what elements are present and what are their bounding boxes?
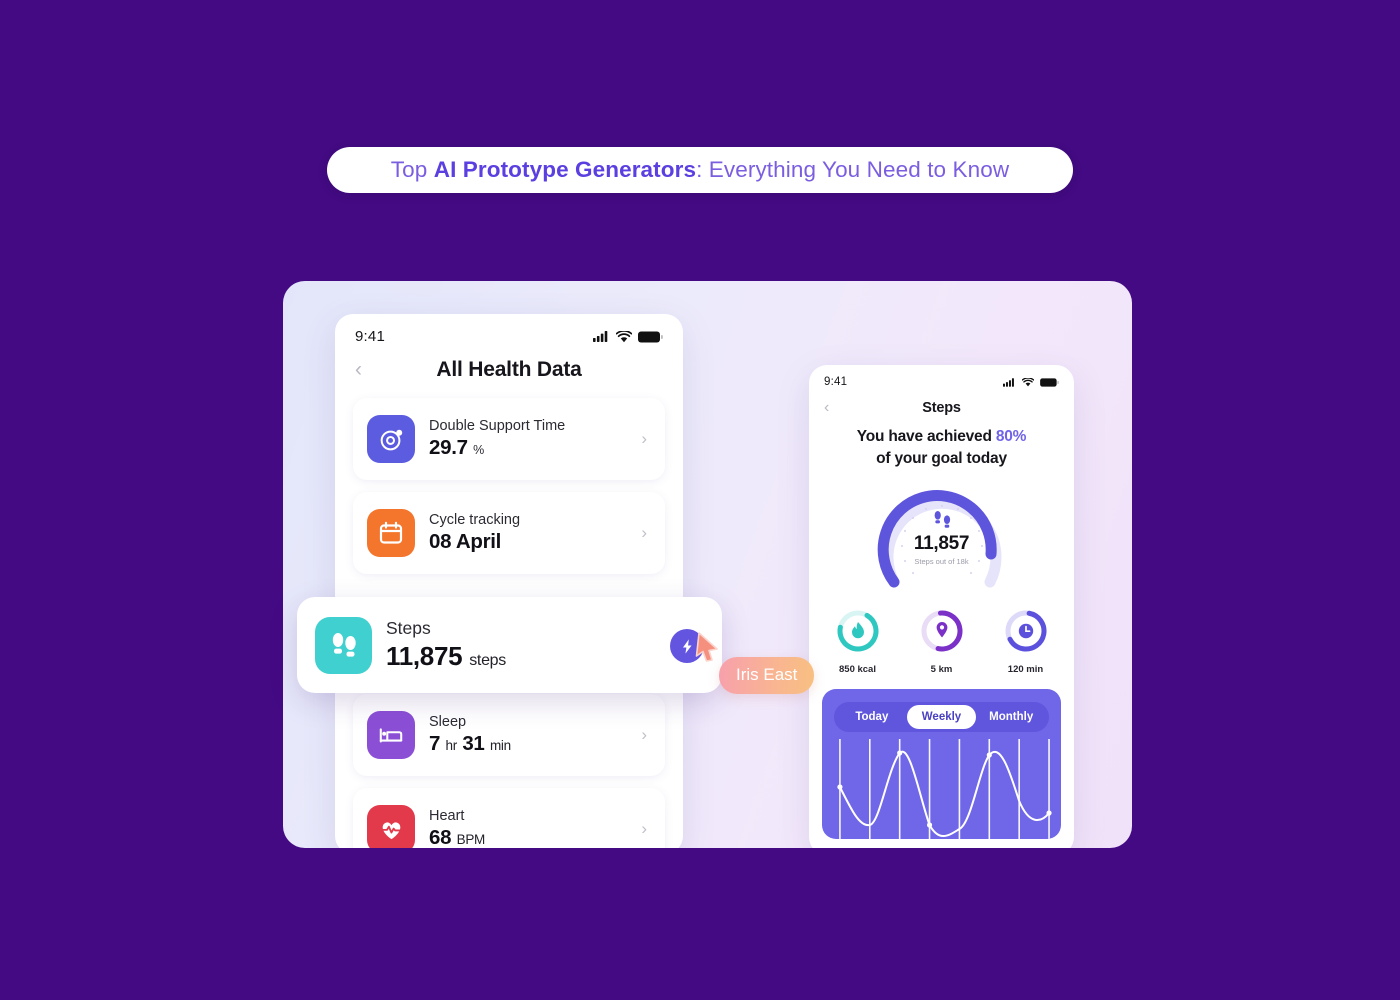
screenshot-root: Top AI Prototype Generators: Everything … bbox=[0, 0, 1400, 1000]
card-label: Cycle tracking bbox=[429, 512, 521, 528]
clock-icon bbox=[1018, 623, 1033, 639]
card-value-unit: BPM bbox=[456, 832, 486, 847]
battery-icon bbox=[1040, 377, 1059, 387]
phone-all-health-data: 9:41 ‹ All Health Data Double Support Ti… bbox=[335, 314, 683, 848]
gauge-value: 11,857 bbox=[913, 533, 970, 554]
heart-pulse-icon bbox=[367, 805, 415, 848]
card-value: 11,875 steps bbox=[386, 641, 704, 672]
screen-title-right: Steps bbox=[922, 400, 961, 416]
metric-rings: 850 kcal 5 km 120 min bbox=[809, 608, 1074, 675]
metric-distance[interactable]: 5 km bbox=[913, 608, 971, 675]
achievement-text: You have achieved 80% of your goal today bbox=[809, 418, 1074, 470]
status-time: 9:41 bbox=[824, 376, 848, 388]
phone-steps-detail: 9:41 ‹ Steps You have achieved 80% of yo… bbox=[809, 365, 1074, 848]
status-bar-left: 9:41 bbox=[335, 314, 683, 347]
target-orbit-icon bbox=[367, 415, 415, 463]
card-value: 08 April bbox=[429, 530, 502, 553]
tab-weekly[interactable]: Weekly bbox=[906, 705, 977, 729]
card-label: Sleep bbox=[429, 714, 467, 730]
list-item-cycle-tracking[interactable]: Cycle tracking 08 April › bbox=[353, 492, 665, 574]
card-value-number: 29.7 bbox=[429, 436, 468, 459]
achievement-line1: You have achieved bbox=[856, 428, 996, 445]
chart-line bbox=[838, 750, 1051, 837]
weekly-steps-line-chart bbox=[837, 739, 1052, 839]
page-title: Top AI Prototype Generators: Everything … bbox=[391, 157, 1009, 183]
card-value-minutes-unit: min bbox=[489, 738, 511, 753]
active-time-ring bbox=[1005, 610, 1046, 652]
card-value-unit: steps bbox=[469, 652, 506, 669]
status-icons bbox=[593, 330, 663, 343]
list-item-text: Sleep 7 hr 31 min bbox=[415, 714, 641, 756]
list-item-text: Heart 68 BPM bbox=[415, 808, 641, 848]
chevron-right-icon[interactable]: › bbox=[641, 819, 651, 839]
chevron-right-icon[interactable]: › bbox=[641, 429, 651, 449]
distance-ring bbox=[921, 610, 962, 652]
cellular-signal-icon bbox=[593, 331, 608, 342]
status-time: 9:41 bbox=[355, 328, 385, 345]
card-value-unit: % bbox=[473, 443, 484, 457]
card-label: Heart bbox=[429, 808, 465, 824]
metric-label: 120 min bbox=[1007, 664, 1044, 675]
gauge-readout: 11,857 Steps out of 18k bbox=[872, 513, 1012, 566]
bed-icon bbox=[367, 711, 415, 759]
card-value-number: 68 bbox=[429, 826, 452, 848]
list-item-text: Cycle tracking 08 April bbox=[415, 512, 641, 554]
chevron-right-icon[interactable]: › bbox=[641, 523, 651, 543]
article-title-banner: Top AI Prototype Generators: Everything … bbox=[327, 147, 1073, 193]
wifi-icon bbox=[1022, 377, 1034, 386]
achievement-line2: of your goal today bbox=[876, 450, 1007, 467]
card-value: 7 hr 31 min bbox=[429, 732, 641, 756]
battery-icon bbox=[638, 331, 663, 342]
steps-gauge: 11,857 Steps out of 18k bbox=[872, 478, 1012, 596]
tab-monthly[interactable]: Monthly bbox=[976, 705, 1046, 729]
list-item-double-support-time[interactable]: Double Support Time 29.7 % › bbox=[353, 398, 665, 480]
card-value-hours: 7 bbox=[429, 732, 441, 755]
list-item-text: Double Support Time 29.7 % bbox=[415, 418, 641, 460]
calendar-icon bbox=[367, 509, 415, 557]
collaborator-name-label: Iris East bbox=[719, 657, 815, 694]
metric-label: 850 kcal bbox=[839, 664, 876, 675]
title-strong: AI Prototype Generators bbox=[433, 157, 697, 182]
achievement-percent: 80% bbox=[995, 428, 1027, 445]
calories-ring bbox=[837, 610, 878, 652]
cellular-signal-icon bbox=[1003, 377, 1014, 387]
card-value: 29.7 % bbox=[429, 436, 641, 460]
title-lead: Top bbox=[390, 157, 434, 182]
collaborator-cursor-icon bbox=[695, 632, 718, 662]
steps-gauge-wrap: 11,857 Steps out of 18k bbox=[809, 478, 1074, 596]
card-value-hours-unit: hr bbox=[445, 738, 458, 753]
footprints-icon bbox=[315, 616, 372, 674]
nav-bar-right: ‹ Steps bbox=[809, 390, 1074, 418]
card-value-number: 11,875 bbox=[386, 641, 463, 671]
tab-today[interactable]: Today bbox=[837, 705, 907, 729]
location-pin-icon bbox=[936, 622, 947, 638]
card-label: Steps bbox=[386, 618, 431, 638]
gauge-caption: Steps out of 18k bbox=[914, 557, 969, 566]
steps-chart-panel: Today Weekly Monthly bbox=[822, 689, 1061, 839]
screen-title-left: All Health Data bbox=[436, 357, 582, 381]
list-item-heart[interactable]: Heart 68 BPM › bbox=[353, 788, 665, 848]
chevron-right-icon[interactable]: › bbox=[641, 725, 651, 745]
nav-bar-left: ‹ All Health Data bbox=[335, 347, 683, 386]
list-item-text: Steps 11,875 steps bbox=[372, 618, 704, 672]
chart-range-tabs: Today Weekly Monthly bbox=[834, 702, 1049, 732]
list-item-sleep[interactable]: Sleep 7 hr 31 min › bbox=[353, 694, 665, 776]
title-tail: : Everything You Need to Know bbox=[696, 157, 1010, 182]
status-icons bbox=[1003, 377, 1059, 387]
card-value-minutes: 31 bbox=[462, 732, 485, 755]
card-value: 68 BPM bbox=[429, 826, 641, 848]
flame-icon bbox=[851, 622, 864, 639]
list-item-steps-highlighted[interactable]: Steps 11,875 steps bbox=[297, 597, 722, 693]
card-label: Double Support Time bbox=[429, 418, 566, 434]
status-bar-right: 9:41 bbox=[809, 365, 1074, 390]
metric-active-time[interactable]: 120 min bbox=[997, 608, 1055, 675]
metric-calories[interactable]: 850 kcal bbox=[829, 608, 887, 675]
metric-label: 5 km bbox=[930, 664, 953, 675]
wifi-icon bbox=[616, 330, 632, 342]
prototype-canvas: 9:41 ‹ All Health Data Double Support Ti… bbox=[283, 281, 1132, 848]
